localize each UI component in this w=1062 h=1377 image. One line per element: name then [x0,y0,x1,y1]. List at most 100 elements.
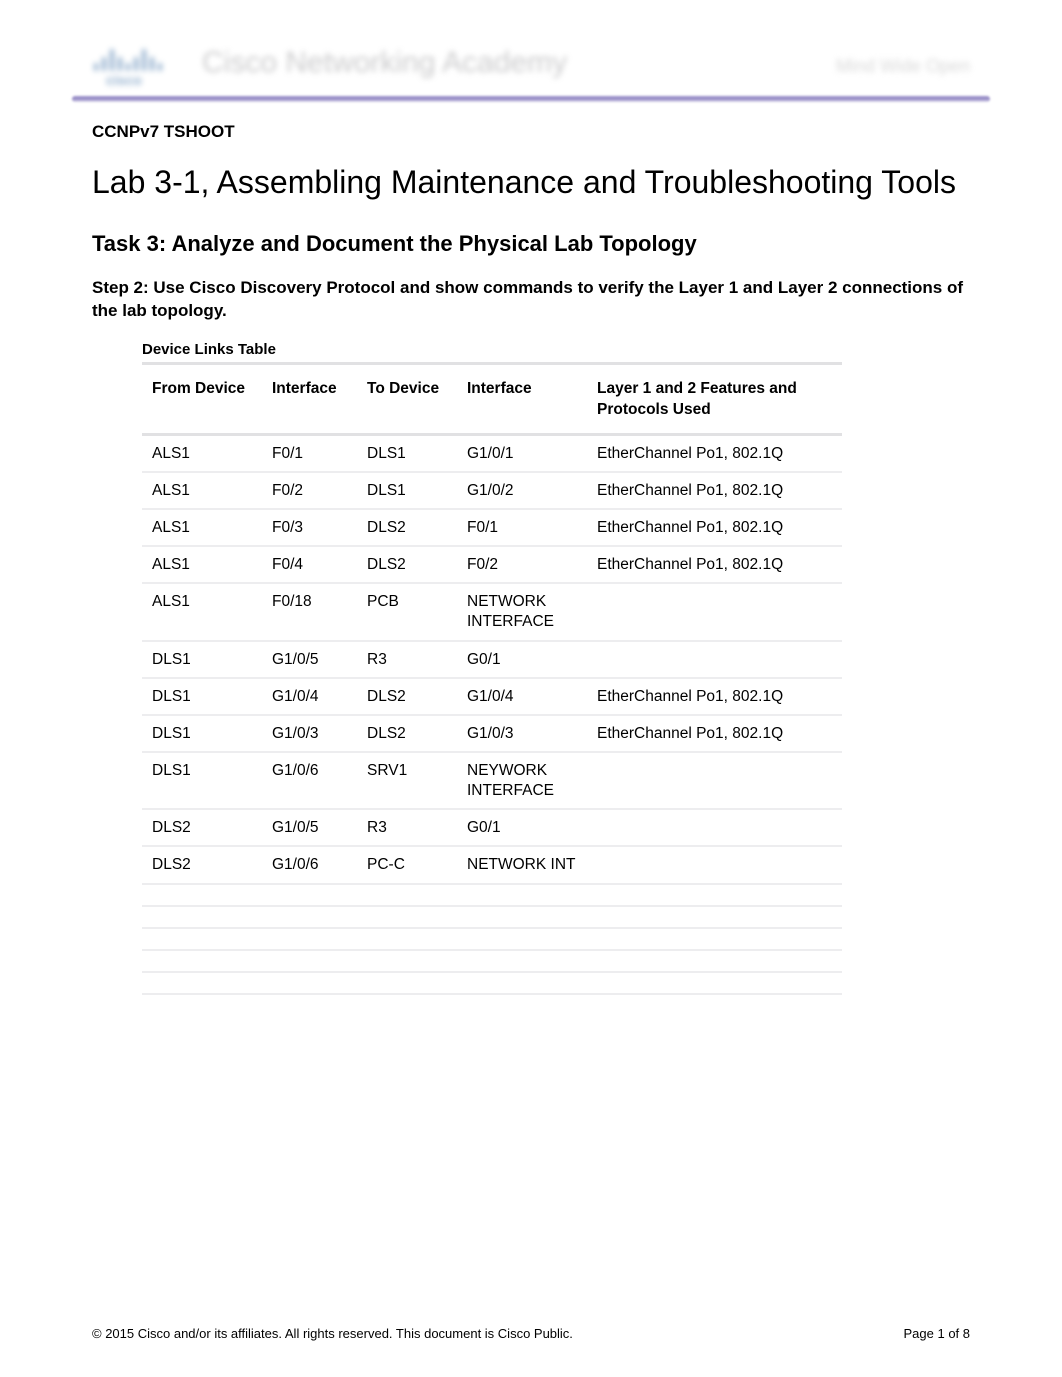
table-cell-empty [587,907,842,929]
table-row-empty [142,885,842,907]
footer-page: Page 1 of 8 [904,1326,971,1341]
table-cell: NETWORK INT [457,847,587,884]
table-cell: DLS2 [142,810,262,847]
table-row-empty [142,907,842,929]
table-cell [587,753,842,810]
table-cell: F0/2 [262,473,357,510]
table-cell-empty [587,929,842,951]
table-cell-empty [457,929,587,951]
table-cell: DLS2 [357,716,457,753]
table-cell: DLS1 [357,473,457,510]
table-cell: G1/0/3 [457,716,587,753]
table-cell: EtherChannel Po1, 802.1Q [587,436,842,473]
table-cell: EtherChannel Po1, 802.1Q [587,679,842,716]
table-row: ALS1F0/2DLS1G1/0/2EtherChannel Po1, 802.… [142,473,842,510]
table-cell: G0/1 [457,810,587,847]
table-row: DLS1G1/0/5R3G0/1 [142,642,842,679]
table-cell-empty [262,929,357,951]
table-row: DLS2G1/0/5R3G0/1 [142,810,842,847]
step-text: Step 2: Use Cisco Discovery Protocol and… [92,277,970,323]
th-interface-1: Interface [262,362,357,436]
table-cell: DLS2 [357,679,457,716]
table-cell: DLS2 [142,847,262,884]
table-row: DLS2G1/0/6PC-CNETWORK INT [142,847,842,884]
table-cell: ALS1 [142,547,262,584]
table-cell: G1/0/2 [457,473,587,510]
table-cell-empty [357,885,457,907]
table-cell: PC-C [357,847,457,884]
table-row-empty [142,929,842,951]
table-row: DLS1G1/0/4DLS2G1/0/4EtherChannel Po1, 80… [142,679,842,716]
table-cell: F0/3 [262,510,357,547]
table-cell-empty [357,929,457,951]
table-cell-empty [457,973,587,995]
table-cell: F0/18 [262,584,357,641]
table-cell: F0/2 [457,547,587,584]
table-row: DLS1G1/0/6SRV1NEYWORK INTERFACE [142,753,842,810]
table-cell: G1/0/1 [457,436,587,473]
task-title: Task 3: Analyze and Document the Physica… [92,231,970,257]
footer-copyright: © 2015 Cisco and/or its affiliates. All … [92,1326,573,1341]
table-cell [587,584,842,641]
table-cell-empty [142,907,262,929]
table-cell: DLS1 [142,642,262,679]
th-features: Layer 1 and 2 Features and Protocols Use… [587,362,842,436]
table-cell: G0/1 [457,642,587,679]
table-cell: EtherChannel Po1, 802.1Q [587,716,842,753]
table-row-empty [142,973,842,995]
page-header: cisco Cisco Networking Academy Mind Wide… [92,36,970,96]
table-cell: DLS1 [142,679,262,716]
table-cell-empty [457,951,587,973]
table-cell [587,642,842,679]
table-cell: F0/1 [457,510,587,547]
page-footer: © 2015 Cisco and/or its affiliates. All … [92,1326,970,1341]
table-cell-empty [262,951,357,973]
table-cell: ALS1 [142,473,262,510]
table-row-empty [142,951,842,973]
table-cell: G1/0/5 [262,810,357,847]
table-cell-empty [457,885,587,907]
table-cell: SRV1 [357,753,457,810]
header-divider [72,96,990,102]
table-cell-empty [357,907,457,929]
table-cell: G1/0/5 [262,642,357,679]
table-cell: G1/0/3 [262,716,357,753]
svg-text:cisco: cisco [106,72,142,87]
table-cell: R3 [357,810,457,847]
table-cell: G1/0/4 [457,679,587,716]
table-cell: NETWORK INTERFACE [457,584,587,641]
table-cell: DLS1 [142,716,262,753]
table-cell-empty [142,929,262,951]
table-cell-empty [142,885,262,907]
table-cell: G1/0/4 [262,679,357,716]
table-row: ALS1F0/1DLS1G1/0/1EtherChannel Po1, 802.… [142,436,842,473]
table-cell: DLS1 [142,753,262,810]
table-cell: ALS1 [142,510,262,547]
table-cell: EtherChannel Po1, 802.1Q [587,510,842,547]
table-cell: F0/4 [262,547,357,584]
table-cell: EtherChannel Po1, 802.1Q [587,547,842,584]
th-from-device: From Device [142,362,262,436]
device-links-table-wrap: From Device Interface To Device Interfac… [142,362,842,995]
table-cell: DLS2 [357,510,457,547]
table-cell: DLS2 [357,547,457,584]
table-cell-empty [142,951,262,973]
course-code: CCNPv7 TSHOOT [92,122,970,142]
table-cell-empty [357,973,457,995]
table-title: Device Links Table [142,341,970,358]
table-row: DLS1G1/0/3DLS2G1/0/3EtherChannel Po1, 80… [142,716,842,753]
table-cell: ALS1 [142,436,262,473]
table-cell: DLS1 [357,436,457,473]
th-interface-2: Interface [457,362,587,436]
table-cell-empty [357,951,457,973]
table-row: ALS1F0/4DLS2F0/2EtherChannel Po1, 802.1Q [142,547,842,584]
table-row: ALS1F0/18PCBNETWORK INTERFACE [142,584,842,641]
table-cell-empty [262,885,357,907]
table-cell: ALS1 [142,584,262,641]
lab-title: Lab 3-1, Assembling Maintenance and Trou… [92,164,970,201]
table-cell-empty [587,951,842,973]
table-cell-empty [262,907,357,929]
table-cell-empty [457,907,587,929]
table-body: ALS1F0/1DLS1G1/0/1EtherChannel Po1, 802.… [142,436,842,996]
table-cell: G1/0/6 [262,753,357,810]
